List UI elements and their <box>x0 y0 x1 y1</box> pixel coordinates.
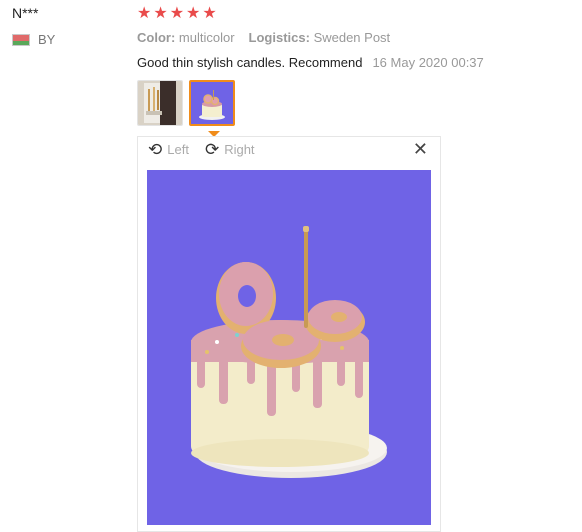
star-icon: ★ <box>202 5 217 22</box>
rotate-left-label: Left <box>167 142 189 157</box>
review-date: 16 May 2020 00:37 <box>372 55 484 70</box>
logistics-value: Sweden Post <box>313 30 391 45</box>
review-text: Good thin stylish candles. Recommend <box>137 55 363 70</box>
rotate-right-icon: ⟳ <box>204 140 220 159</box>
review-photo <box>147 170 431 525</box>
user-country: BY <box>12 32 55 47</box>
color-info: Color: multicolor <box>137 30 235 45</box>
star-icon: ★ <box>169 5 185 22</box>
logistics-info: Logistics: Sweden Post <box>249 30 391 45</box>
logistics-label: Logistics: <box>248 30 310 45</box>
flag-icon <box>12 33 30 46</box>
image-viewer: ⟲ Left ⟳ Right ✕ <box>137 136 441 532</box>
rating-stars: ★ ★ ★ ★ ★ <box>137 6 217 22</box>
rotate-left-icon: ⟲ <box>148 140 163 159</box>
thumbnail-candles[interactable] <box>137 80 183 126</box>
close-icon[interactable]: ✕ <box>413 139 428 160</box>
star-icon: ★ <box>137 5 152 22</box>
color-label: Color: <box>137 30 176 45</box>
review-body: Good thin stylish candles. Recommend 16 … <box>137 55 484 70</box>
rotate-right-button[interactable]: ⟳ Right <box>205 141 255 158</box>
star-icon: ★ <box>153 5 168 22</box>
thumbnail-cake[interactable] <box>189 80 235 126</box>
country-code: BY <box>38 32 56 47</box>
viewer-toolbar: ⟲ Left ⟳ Right <box>148 141 265 158</box>
user-name: N*** <box>12 5 39 21</box>
star-icon: ★ <box>186 5 201 22</box>
rotate-left-button[interactable]: ⟲ Left <box>148 141 189 158</box>
color-value: multicolor <box>178 30 235 45</box>
rotate-right-label: Right <box>224 142 255 157</box>
review-meta: Color: multicolor Logistics: Sweden Post <box>137 30 390 45</box>
photo-thumbnails <box>137 80 235 126</box>
